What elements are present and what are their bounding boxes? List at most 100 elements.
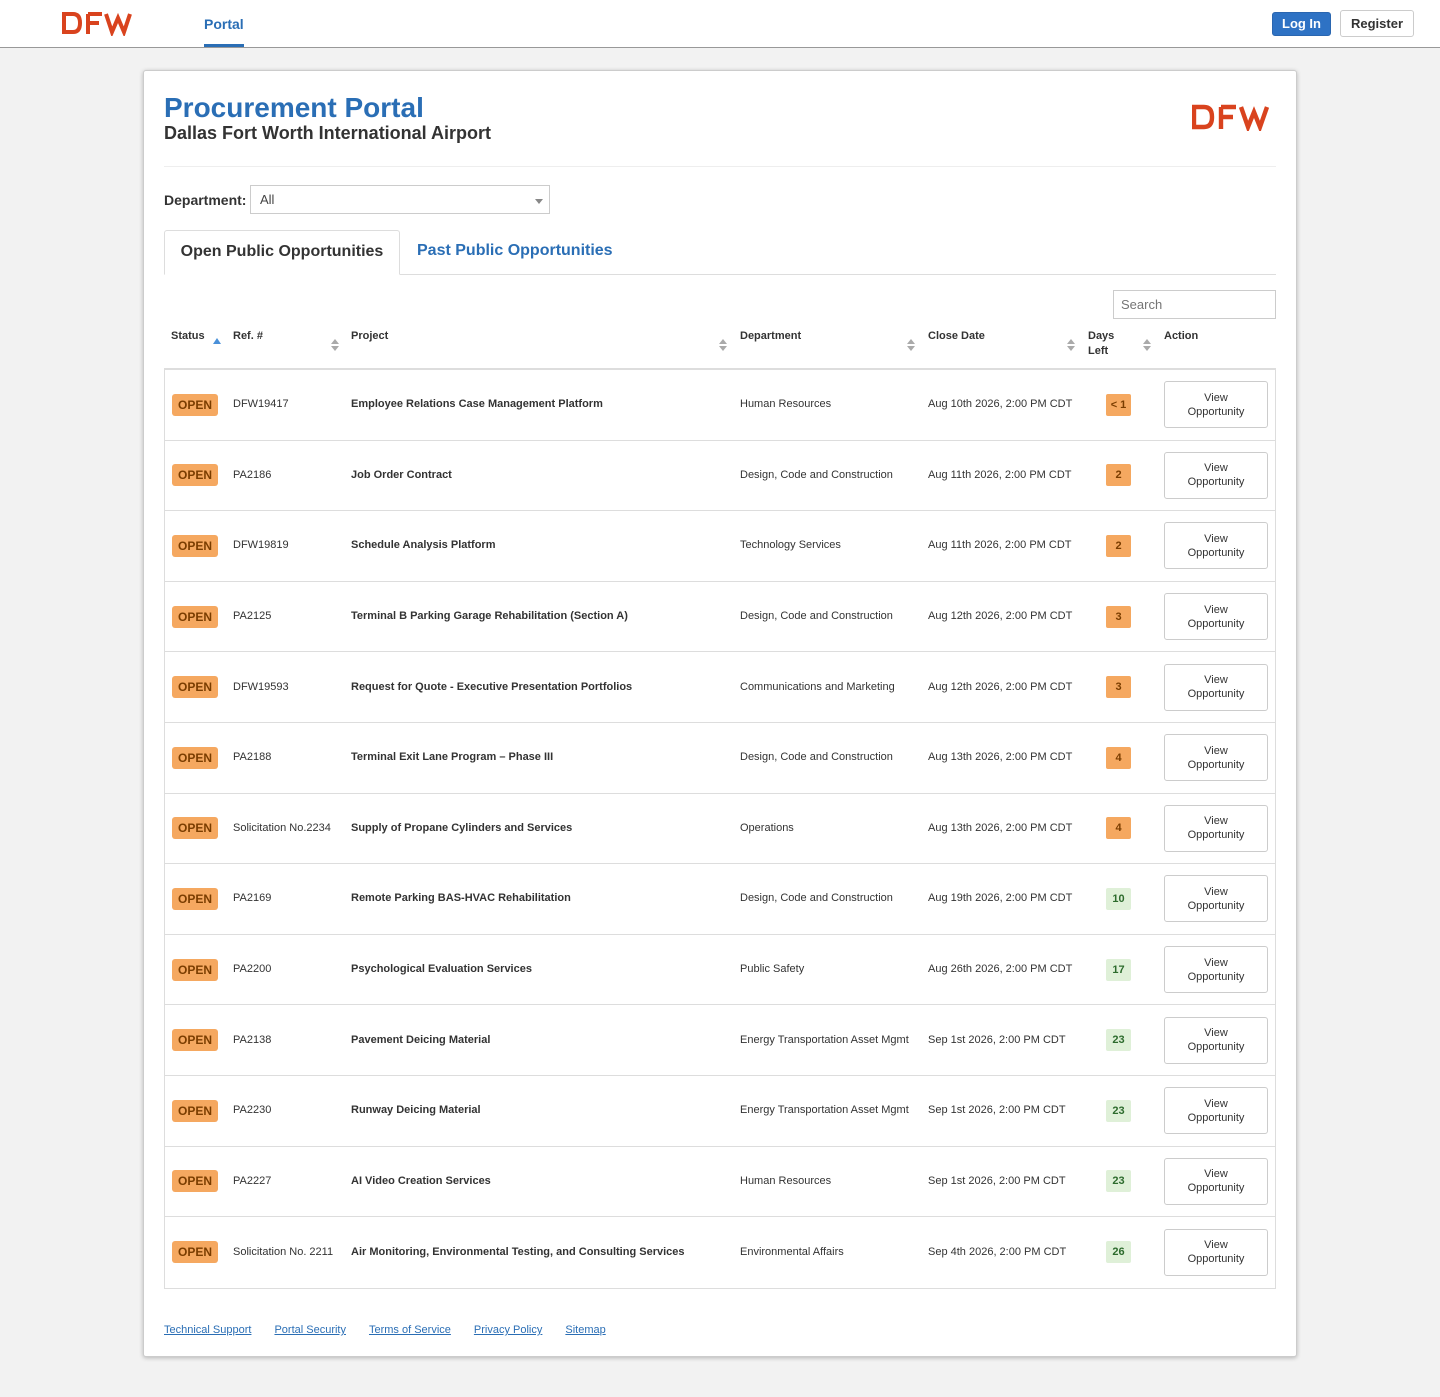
department-cell: Technology Services	[740, 539, 841, 552]
footer-link-portal-security[interactable]: Portal Security	[274, 1324, 346, 1336]
view-opportunity-button[interactable]: View Opportunity	[1164, 1016, 1268, 1064]
department-selected-value: All	[260, 192, 275, 207]
project-cell: Job Order Contract	[351, 468, 452, 481]
view-opportunity-button[interactable]: View Opportunity	[1164, 522, 1268, 570]
days-left-badge: 4	[1106, 817, 1131, 840]
days-left-cell: 2	[1106, 511, 1131, 581]
sort-icon[interactable]	[331, 339, 339, 353]
close-date-cell: Sep 1st 2026, 2:00 PM CDT	[928, 1033, 1066, 1046]
top-navbar: Portal Log In Register	[0, 0, 1440, 48]
footer-link-terms-of-service[interactable]: Terms of Service	[369, 1324, 451, 1336]
status-cell: OPEN	[172, 441, 219, 511]
view-opportunity-button[interactable]: View Opportunity	[1164, 946, 1268, 994]
footer-link-technical-support[interactable]: Technical Support	[164, 1324, 251, 1336]
close-date-cell: Aug 10th 2026, 2:00 PM CDT	[928, 398, 1073, 411]
days-left-cell: 26	[1106, 1217, 1131, 1288]
tab-past-opportunities[interactable]: Past Public Opportunities	[417, 230, 613, 275]
view-opportunity-button[interactable]: View Opportunity	[1164, 1157, 1268, 1205]
days-left-cell: 2	[1106, 441, 1131, 511]
header-days-left[interactable]: Days Left	[1088, 329, 1124, 359]
table-row: OPEN PA2200 Psychological Evaluation Servi…	[165, 935, 1275, 1006]
footer-links: Technical Support Portal Security Terms of…	[164, 1324, 629, 1336]
days-left-badge: 2	[1106, 464, 1131, 487]
page-title: Procurement Portal	[164, 92, 424, 123]
action-cell: View Opportunity	[1164, 1217, 1268, 1288]
status-badge: OPEN	[172, 464, 219, 487]
table-row: OPEN PA2125 Terminal B Parking Garage Reha…	[165, 582, 1275, 653]
sort-icon[interactable]	[907, 339, 915, 353]
dfw-logo-icon[interactable]	[62, 10, 132, 36]
close-date-cell: Aug 13th 2026, 2:00 PM CDT	[928, 751, 1073, 764]
register-button[interactable]: Register	[1340, 10, 1414, 37]
status-badge: OPEN	[172, 1029, 219, 1052]
close-date-cell: Sep 1st 2026, 2:00 PM CDT	[928, 1104, 1066, 1117]
table-row: OPEN PA2186 Job Order Contract Design, Code…	[165, 441, 1275, 512]
view-opportunity-button[interactable]: View Opportunity	[1164, 875, 1268, 923]
days-left-cell: 23	[1106, 1147, 1131, 1217]
project-cell: Terminal B Parking Garage Rehabilitation…	[351, 610, 628, 623]
project-cell: Psychological Evaluation Services	[351, 963, 532, 976]
close-date-cell: Sep 1st 2026, 2:00 PM CDT	[928, 1174, 1066, 1187]
status-cell: OPEN	[172, 864, 219, 934]
login-button[interactable]: Log In	[1272, 12, 1331, 36]
department-cell: Human Resources	[740, 1174, 832, 1187]
ref-cell: PA2227	[233, 1174, 272, 1187]
ref-cell: Solicitation No. 2211	[233, 1245, 334, 1258]
header-ref[interactable]: Ref. #	[233, 329, 263, 344]
days-left-badge: 4	[1106, 746, 1131, 769]
search-input[interactable]	[1113, 290, 1276, 319]
action-cell: View Opportunity	[1164, 1076, 1268, 1146]
ref-cell: PA2125	[233, 610, 272, 623]
ref-cell: PA2186	[233, 468, 272, 481]
view-opportunity-button[interactable]: View Opportunity	[1164, 451, 1268, 499]
days-left-cell: 3	[1106, 652, 1131, 722]
header-action: Action	[1164, 330, 1199, 342]
ref-cell: PA2138	[233, 1033, 272, 1046]
view-opportunity-button[interactable]: View Opportunity	[1164, 1228, 1268, 1276]
close-date-cell: Aug 19th 2026, 2:00 PM CDT	[928, 892, 1073, 905]
portal-card: Procurement Portal Dallas Fort Worth Int…	[143, 70, 1297, 1357]
header-department[interactable]: Department	[740, 329, 801, 344]
status-badge: OPEN	[172, 958, 219, 981]
ref-cell: PA2169	[233, 892, 272, 905]
ref-cell: PA2200	[233, 963, 272, 976]
days-left-cell: 3	[1106, 582, 1131, 652]
opportunities-table-body: OPEN DFW19417 Employee Relations Case Mana…	[164, 370, 1276, 1289]
tab-open-opportunities[interactable]: Open Public Opportunities	[164, 230, 400, 275]
sort-icon[interactable]	[719, 339, 727, 353]
department-select[interactable]: All	[250, 185, 550, 214]
days-left-cell: 23	[1106, 1005, 1131, 1075]
footer-link-sitemap[interactable]: Sitemap	[565, 1324, 605, 1336]
chevron-down-icon	[535, 199, 543, 204]
table-row: OPEN Solicitation No.2234 Supply of Propan…	[165, 794, 1275, 865]
department-cell: Energy Transportation Asset Mgmt	[740, 1104, 909, 1117]
header-close-date[interactable]: Close Date	[928, 329, 985, 344]
department-cell: Environmental Affairs	[740, 1245, 844, 1258]
action-cell: View Opportunity	[1164, 723, 1268, 793]
view-opportunity-button[interactable]: View Opportunity	[1164, 734, 1268, 782]
close-date-cell: Aug 11th 2026, 2:00 PM CDT	[928, 539, 1072, 552]
sort-icon[interactable]	[1067, 339, 1075, 353]
department-label: Department:	[164, 192, 247, 208]
view-opportunity-button[interactable]: View Opportunity	[1164, 1087, 1268, 1135]
project-cell: Air Monitoring, Environmental Testing, a…	[351, 1245, 685, 1258]
header-project[interactable]: Project	[351, 329, 388, 344]
status-cell: OPEN	[172, 370, 219, 440]
header-status[interactable]: Status	[171, 329, 205, 344]
project-cell: Schedule Analysis Platform	[351, 539, 496, 552]
status-cell: OPEN	[172, 794, 219, 864]
days-left-cell: 17	[1106, 935, 1131, 1005]
nav-portal-link[interactable]: Portal	[204, 16, 244, 32]
sort-icon[interactable]	[1143, 339, 1151, 353]
view-opportunity-button[interactable]: View Opportunity	[1164, 663, 1268, 711]
days-left-cell: < 1	[1106, 370, 1131, 440]
footer-link-privacy-policy[interactable]: Privacy Policy	[474, 1324, 542, 1336]
view-opportunity-button[interactable]: View Opportunity	[1164, 593, 1268, 641]
table-row: OPEN PA2138 Pavement Deicing Material Energ…	[165, 1005, 1275, 1076]
view-opportunity-button[interactable]: View Opportunity	[1164, 381, 1268, 429]
days-left-badge: 3	[1106, 676, 1131, 699]
sort-ascending-icon[interactable]	[213, 338, 221, 344]
status-cell: OPEN	[172, 582, 219, 652]
project-cell: Runway Deicing Material	[351, 1104, 481, 1117]
view-opportunity-button[interactable]: View Opportunity	[1164, 804, 1268, 852]
